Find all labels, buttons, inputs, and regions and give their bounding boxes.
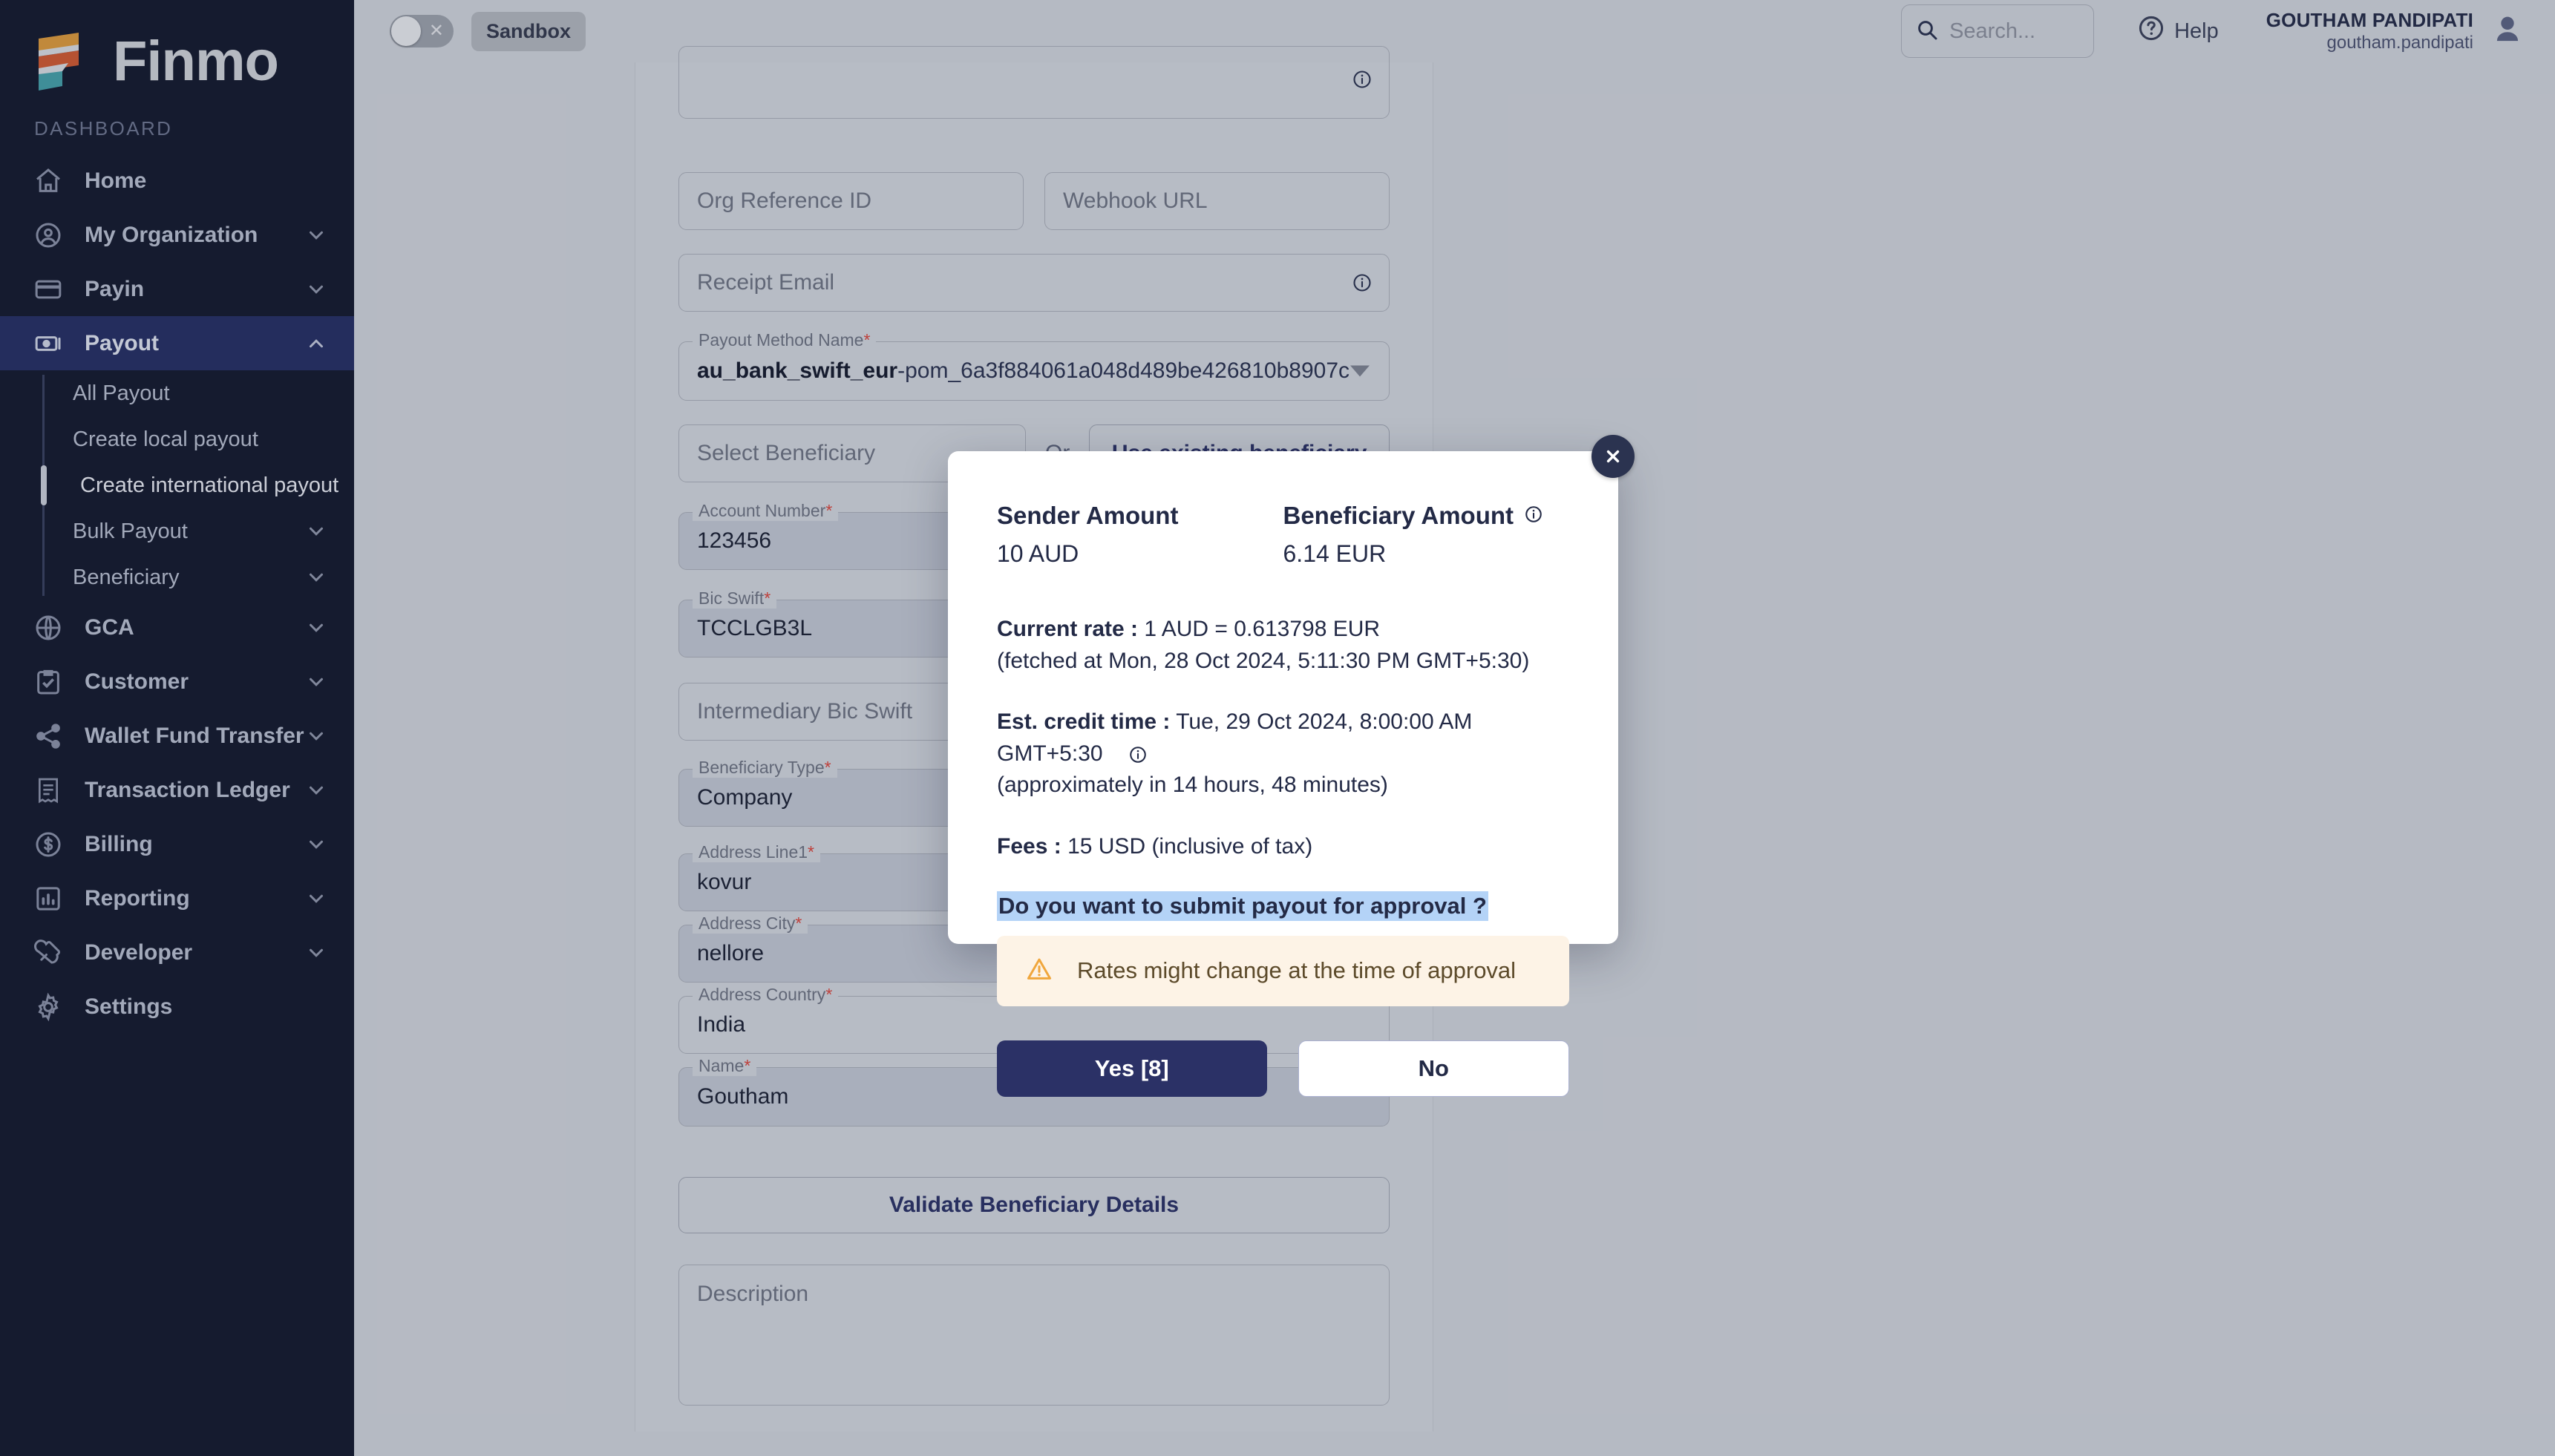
rates-warning-banner: Rates might change at the time of approv… bbox=[997, 935, 1569, 1006]
confirm-yes-label: Yes [8] bbox=[1094, 1055, 1169, 1081]
current-rate-line: Current rate : 1 AUD = 0.613798 EUR bbox=[997, 614, 1569, 646]
rates-warning-text: Rates might change at the time of approv… bbox=[1077, 957, 1517, 984]
confirm-no-label: No bbox=[1418, 1055, 1449, 1081]
beneficiary-amount-value: 6.14 EUR bbox=[1283, 540, 1387, 567]
info-icon[interactable] bbox=[1128, 745, 1148, 764]
confirm-no-button[interactable]: No bbox=[1298, 1040, 1569, 1097]
credit-time-label: Est. credit time : bbox=[997, 709, 1171, 735]
rate-fetched-at: (fetched at Mon, 28 Oct 2024, 5:11:30 PM… bbox=[997, 648, 1530, 673]
beneficiary-amount-block: Beneficiary Amount 6.14 EUR bbox=[1283, 502, 1570, 568]
credit-time-line: Est. credit time : Tue, 29 Oct 2024, 8:0… bbox=[997, 706, 1569, 770]
modal-actions: Yes [8] No bbox=[997, 1040, 1569, 1097]
info-icon[interactable] bbox=[1524, 502, 1543, 530]
payout-approval-modal: Sender Amount 10 AUD Beneficiary Amount … bbox=[948, 435, 1635, 1097]
credit-time-approx: (approximately in 14 hours, 48 minutes) bbox=[997, 773, 1388, 798]
sender-amount-block: Sender Amount 10 AUD bbox=[997, 502, 1283, 568]
amounts-row: Sender Amount 10 AUD Beneficiary Amount … bbox=[997, 502, 1569, 568]
sender-amount-label: Sender Amount bbox=[997, 502, 1179, 529]
current-rate-value: 1 AUD = 0.613798 EUR bbox=[1144, 617, 1381, 641]
current-rate-label: Current rate : bbox=[997, 617, 1139, 641]
fees-label: Fees : bbox=[997, 833, 1061, 859]
close-icon[interactable] bbox=[1591, 435, 1635, 478]
warning-triangle-icon bbox=[1025, 955, 1053, 987]
fees-line: Fees : 15 USD (inclusive of tax) bbox=[997, 831, 1569, 863]
fees-value: 15 USD (inclusive of tax) bbox=[1067, 833, 1313, 859]
beneficiary-amount-label: Beneficiary Amount bbox=[1283, 502, 1570, 530]
confirm-yes-button[interactable]: Yes [8] bbox=[997, 1040, 1267, 1097]
approval-question: Do you want to submit payout for approva… bbox=[997, 891, 1488, 921]
sender-amount-value: 10 AUD bbox=[997, 540, 1079, 567]
